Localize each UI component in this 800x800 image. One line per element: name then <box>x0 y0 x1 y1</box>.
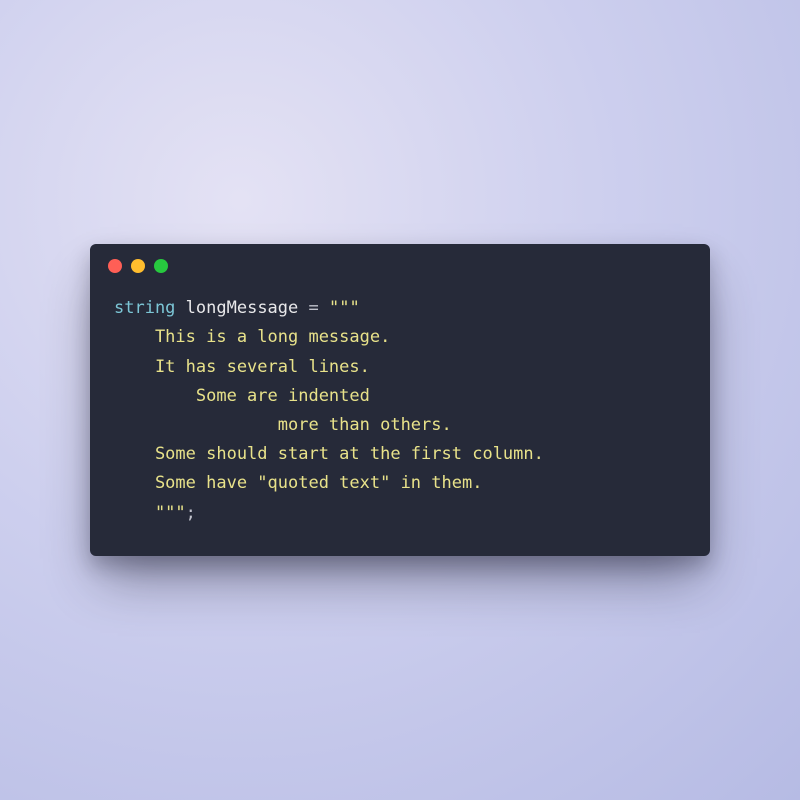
token-terminator: ; <box>186 503 196 523</box>
token-string-close: """ <box>114 503 186 523</box>
token-string-open: """ <box>329 298 360 318</box>
close-icon[interactable] <box>108 259 122 273</box>
token-string-line: more than others. <box>114 415 452 435</box>
token-string-line: Some should start at the first column. <box>114 444 544 464</box>
window-titlebar <box>90 244 710 288</box>
token-identifier: longMessage <box>186 298 299 318</box>
token-operator: = <box>309 298 319 318</box>
token-string-line: Some have "quoted text" in them. <box>114 473 482 493</box>
token-keyword: string <box>114 298 175 318</box>
token-string-line: This is a long message. <box>114 327 390 347</box>
minimize-icon[interactable] <box>131 259 145 273</box>
code-editor[interactable]: string longMessage = """ This is a long … <box>90 288 710 556</box>
token-string-line: It has several lines. <box>114 357 370 377</box>
token-string-line: Some are indented <box>114 386 370 406</box>
code-window: string longMessage = """ This is a long … <box>90 244 710 556</box>
zoom-icon[interactable] <box>154 259 168 273</box>
